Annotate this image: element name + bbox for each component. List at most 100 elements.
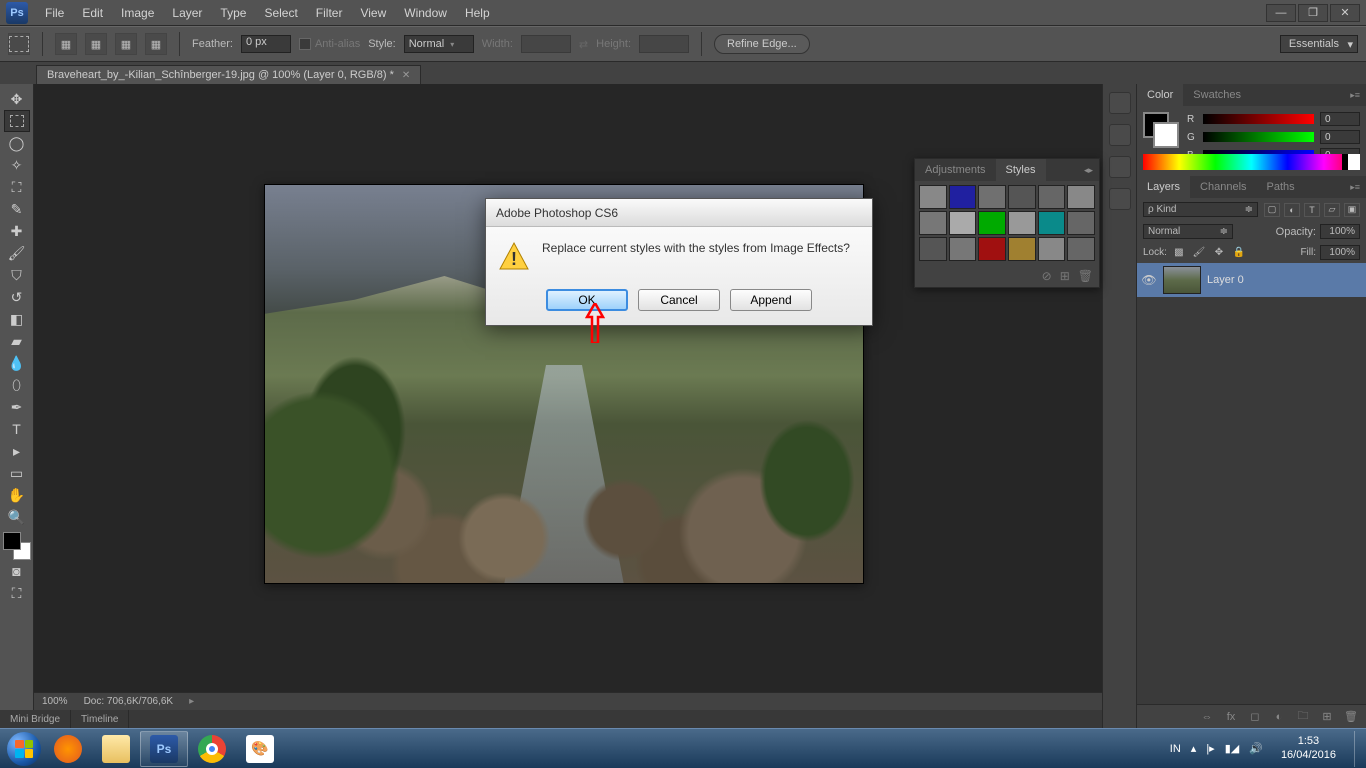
opacity-value[interactable]: 100% bbox=[1320, 224, 1360, 239]
gradient-tool[interactable]: ▰ bbox=[4, 330, 30, 352]
filter-smart-icon[interactable]: ▣ bbox=[1344, 203, 1360, 217]
foreground-swatch[interactable] bbox=[3, 532, 21, 550]
menu-edit[interactable]: Edit bbox=[73, 6, 112, 20]
eyedropper-tool[interactable]: ✎ bbox=[4, 198, 30, 220]
rectangle-tool[interactable]: ▭ bbox=[4, 462, 30, 484]
r-slider[interactable] bbox=[1203, 114, 1314, 124]
panel-swatch[interactable] bbox=[1143, 112, 1179, 148]
path-selection-tool[interactable]: ▸ bbox=[4, 440, 30, 462]
screen-mode-tool[interactable]: ⛶ bbox=[4, 582, 30, 604]
feather-input[interactable]: 0 px bbox=[241, 35, 291, 53]
g-slider[interactable] bbox=[1203, 132, 1314, 142]
marquee-tool[interactable] bbox=[4, 110, 30, 132]
brush-tool[interactable]: 🖌 bbox=[4, 242, 30, 264]
properties-panel-icon[interactable] bbox=[1109, 124, 1131, 146]
zoom-tool[interactable]: 🔍 bbox=[4, 506, 30, 528]
quick-mask-tool[interactable]: ◙ bbox=[4, 560, 30, 582]
style-swatch[interactable] bbox=[919, 211, 947, 235]
dodge-tool[interactable]: ⬯ bbox=[4, 374, 30, 396]
styles-tab[interactable]: Styles bbox=[996, 159, 1046, 181]
maximize-button[interactable]: ❐ bbox=[1298, 4, 1328, 22]
layers-tab[interactable]: Layers bbox=[1137, 176, 1190, 198]
style-swatch[interactable] bbox=[1038, 237, 1066, 261]
timeline-tab[interactable]: Timeline bbox=[71, 710, 129, 728]
tray-expand-icon[interactable]: ▴ bbox=[1191, 742, 1197, 755]
layer-thumbnail[interactable] bbox=[1163, 266, 1201, 294]
start-button[interactable] bbox=[4, 731, 44, 767]
tray-volume-icon[interactable]: 🔊 bbox=[1249, 742, 1263, 755]
style-swatch[interactable] bbox=[978, 185, 1006, 209]
adjustment-layer-icon[interactable]: ◐ bbox=[1270, 709, 1288, 725]
blend-mode-select[interactable]: Normal≑ bbox=[1143, 224, 1233, 239]
type-tool[interactable]: T bbox=[4, 418, 30, 440]
adjustments-tab[interactable]: Adjustments bbox=[915, 159, 996, 181]
new-layer-icon[interactable]: ⊞ bbox=[1318, 709, 1336, 725]
style-swatch[interactable] bbox=[1038, 211, 1066, 235]
document-tab[interactable]: Braveheart_by_-Kilian_Schînberger-19.jpg… bbox=[36, 65, 421, 84]
styles-panel-menu-icon[interactable]: ◂▸ bbox=[1078, 165, 1099, 176]
new-style-icon[interactable]: ⊞ bbox=[1060, 269, 1070, 283]
clear-style-icon[interactable]: ⊘ bbox=[1042, 269, 1052, 283]
lock-all-icon[interactable]: 🔒 bbox=[1231, 246, 1247, 260]
layer-visibility-icon[interactable]: 👁 bbox=[1141, 273, 1157, 287]
layer-name[interactable]: Layer 0 bbox=[1207, 274, 1244, 286]
link-layers-icon[interactable]: ⇔ bbox=[1198, 709, 1216, 725]
color-spectrum[interactable] bbox=[1143, 154, 1360, 170]
refine-edge-button[interactable]: Refine Edge... bbox=[714, 34, 810, 54]
paths-tab[interactable]: Paths bbox=[1257, 176, 1305, 198]
menu-window[interactable]: Window bbox=[395, 6, 456, 20]
delete-style-icon[interactable]: 🗑 bbox=[1078, 269, 1093, 283]
language-indicator[interactable]: IN bbox=[1170, 743, 1181, 755]
taskbar-paint[interactable]: 🎨 bbox=[236, 731, 284, 767]
character-panel-icon[interactable] bbox=[1109, 188, 1131, 210]
magic-wand-tool[interactable]: ✧ bbox=[4, 154, 30, 176]
tool-preset-icon[interactable] bbox=[8, 33, 30, 55]
tray-clock[interactable]: 1:53 16/04/2016 bbox=[1273, 735, 1344, 761]
filter-adjustment-icon[interactable]: ◐ bbox=[1284, 203, 1300, 217]
style-swatch[interactable] bbox=[1038, 185, 1066, 209]
antialias-checkbox[interactable] bbox=[299, 38, 311, 50]
layer-item[interactable]: 👁 Layer 0 bbox=[1137, 263, 1366, 297]
eraser-tool[interactable]: ◧ bbox=[4, 308, 30, 330]
menu-view[interactable]: View bbox=[351, 6, 395, 20]
menu-layer[interactable]: Layer bbox=[163, 6, 211, 20]
r-value[interactable]: 0 bbox=[1320, 112, 1360, 126]
workspace-switcher[interactable]: Essentials bbox=[1280, 35, 1358, 53]
lock-position-icon[interactable]: ✥ bbox=[1211, 246, 1227, 260]
style-swatch[interactable] bbox=[1067, 185, 1095, 209]
blur-tool[interactable]: 💧 bbox=[4, 352, 30, 374]
menu-image[interactable]: Image bbox=[112, 6, 163, 20]
taskbar-photoshop[interactable]: Ps bbox=[140, 731, 188, 767]
cancel-button[interactable]: Cancel bbox=[638, 289, 720, 311]
style-swatch[interactable] bbox=[1067, 211, 1095, 235]
style-swatch[interactable] bbox=[1008, 237, 1036, 261]
close-tab-icon[interactable]: ✕ bbox=[402, 70, 410, 81]
layer-mask-icon[interactable]: ◻ bbox=[1246, 709, 1264, 725]
zoom-level[interactable]: 100% bbox=[42, 696, 68, 707]
show-desktop-button[interactable] bbox=[1354, 731, 1362, 767]
layer-group-icon[interactable]: 🗀 bbox=[1294, 709, 1312, 725]
style-swatch[interactable] bbox=[949, 211, 977, 235]
foreground-background-swatch[interactable] bbox=[3, 532, 31, 560]
new-selection-icon[interactable]: ▦ bbox=[55, 33, 77, 55]
filter-shape-icon[interactable]: ▱ bbox=[1324, 203, 1340, 217]
tray-flag-icon[interactable]: |▸ bbox=[1206, 742, 1214, 755]
filter-pixel-icon[interactable]: ▢ bbox=[1264, 203, 1280, 217]
style-swatch[interactable] bbox=[978, 237, 1006, 261]
tray-network-icon[interactable]: ▮◢ bbox=[1225, 742, 1240, 755]
style-swatch[interactable] bbox=[919, 237, 947, 261]
style-swatch[interactable] bbox=[1008, 185, 1036, 209]
minimize-button[interactable]: — bbox=[1266, 4, 1296, 22]
taskbar-chrome[interactable] bbox=[188, 731, 236, 767]
crop-tool[interactable]: ⛶ bbox=[4, 176, 30, 198]
style-select[interactable]: Normal▾ bbox=[404, 35, 474, 53]
menu-file[interactable]: File bbox=[36, 6, 73, 20]
history-brush-tool[interactable]: ↺ bbox=[4, 286, 30, 308]
append-button[interactable]: Append bbox=[730, 289, 812, 311]
brush-panel-icon[interactable] bbox=[1109, 156, 1131, 178]
style-swatch[interactable] bbox=[1008, 211, 1036, 235]
lock-transparency-icon[interactable]: ▩ bbox=[1171, 246, 1187, 260]
color-tab[interactable]: Color bbox=[1137, 84, 1183, 106]
delete-layer-icon[interactable]: 🗑 bbox=[1342, 709, 1360, 725]
taskbar-explorer[interactable] bbox=[92, 731, 140, 767]
